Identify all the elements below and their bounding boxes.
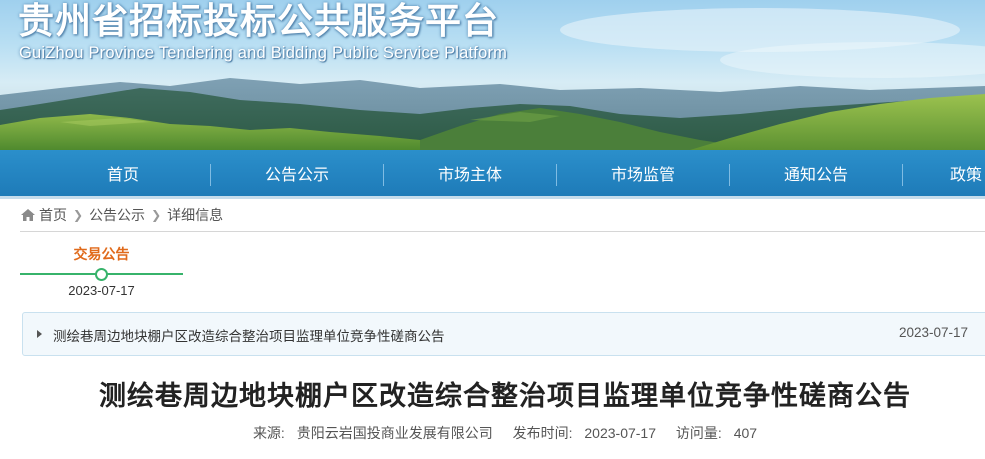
chevron-right-icon: ❯: [151, 208, 162, 222]
source-value: 贵阳云岩国投商业发展有限公司: [296, 425, 493, 441]
nav-item-announcements[interactable]: 公告公示: [211, 150, 383, 196]
views-count: 407: [733, 425, 758, 441]
breadcrumb-current: 详细信息: [167, 207, 224, 223]
article-title: 测绘巷周边地块棚户区改造综合整治项目监理单位竞争性磋商公告: [99, 381, 911, 412]
nav-item-policy[interactable]: 政策: [950, 150, 985, 196]
home-icon: [21, 209, 35, 221]
breadcrumb-announcements[interactable]: 公告公示: [89, 205, 145, 225]
timeline-date: 2023-07-17: [68, 283, 135, 298]
nav-item-home[interactable]: 首页: [36, 150, 210, 196]
nav-item-notices[interactable]: 通知公告: [730, 150, 902, 196]
breadcrumb: 首页 ❯ 公告公示 ❯ 详细信息: [20, 205, 223, 225]
views-label: 访问量:: [675, 425, 722, 441]
timeline-dot-icon: [95, 268, 108, 281]
nav-item-market-entities[interactable]: 市场主体: [384, 150, 556, 196]
timeline-label[interactable]: 交易公告: [20, 244, 183, 264]
publish-time-value: 2023-07-17: [584, 425, 657, 441]
nav-item-market-supervision[interactable]: 市场监管: [557, 150, 729, 196]
nav-underline: [0, 196, 985, 199]
site-title: 贵州省招标投标公共服务平台: [18, 1, 500, 42]
announcement-item[interactable]: 测绘巷周边地块棚户区改造综合整治项目监理单位竞争性磋商公告 2023-07-17: [22, 312, 985, 356]
breadcrumb-home[interactable]: 首页: [39, 205, 67, 225]
article-meta: 来源: 贵阳云岩国投商业发展有限公司 发布时间: 2023-07-17 访问量:…: [0, 423, 985, 443]
main-nav: 首页 公告公示 市场主体 市场监管 通知公告 政策: [0, 150, 985, 196]
site-subtitle: GuiZhou Province Tendering and Bidding P…: [19, 44, 508, 62]
divider: [20, 231, 985, 232]
source-label: 来源:: [252, 425, 285, 441]
announcement-date: 2023-07-17: [899, 325, 969, 340]
chevron-right-icon: ❯: [73, 208, 84, 222]
announcement-title[interactable]: 测绘巷周边地块棚户区改造综合整治项目监理单位竞争性磋商公告: [53, 325, 445, 345]
publish-time-label: 发布时间:: [512, 425, 573, 441]
site-banner: 贵州省招标投标公共服务平台 GuiZhou Province Tendering…: [0, 0, 985, 150]
caret-right-icon: [37, 330, 42, 338]
nav-divider: [902, 164, 903, 186]
